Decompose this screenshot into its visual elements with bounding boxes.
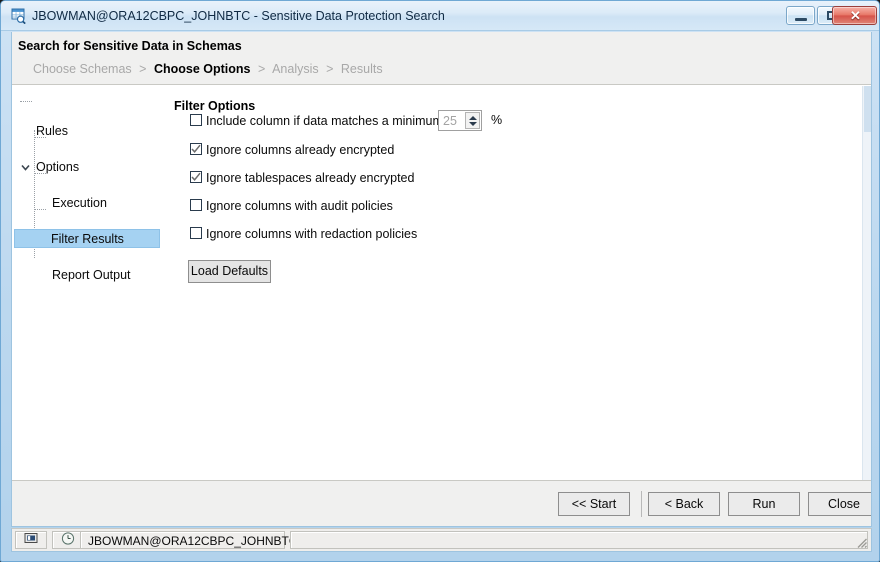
breadcrumb-step-results[interactable]: Results [341,62,383,76]
checkbox-ignore-audit-policies[interactable] [190,199,202,211]
client-area: Search for Sensitive Data in Schemas Cho… [11,32,872,527]
tree-item-options[interactable]: Options [14,158,160,176]
tree-item-label: Rules [36,124,68,138]
triangle-up-icon[interactable] [469,116,477,120]
window-close-button[interactable]: ✕ [832,6,877,25]
breadcrumb: Choose Schemas > Choose Options > Analys… [33,62,383,76]
breadcrumb-separator: > [257,62,266,76]
page-title: Search for Sensitive Data in Schemas [18,39,242,53]
breadcrumb-step-analysis[interactable]: Analysis [272,62,319,76]
percent-unit-label: % [491,113,503,127]
filter-options-pane: Filter Options Include column if data ma… [162,86,862,526]
back-button[interactable]: < Back [648,492,720,516]
run-button[interactable]: Run [728,492,800,516]
table-search-icon [10,8,26,25]
section-title: Filter Options [174,99,256,113]
checkbox-label: Include column if data matches a minimum… [206,114,457,128]
checkbox-include-column-minimum[interactable] [190,114,202,126]
button-separator [641,491,642,517]
close-icon: ✕ [850,8,861,23]
triangle-down-icon[interactable] [469,122,477,126]
breadcrumb-separator: > [139,62,147,76]
tree-item-filter-results[interactable]: Filter Results [14,229,160,248]
checkbox-ignore-redaction-policies[interactable] [190,227,202,239]
content-scrollbar[interactable] [862,86,871,526]
tree-item-execution[interactable]: Execution [14,194,160,212]
checkbox-ignore-columns-encrypted[interactable] [190,143,202,155]
wizard-header: Search for Sensitive Data in Schemas Cho… [12,32,871,85]
checkbox-label: Ignore columns with redaction policies [206,227,418,241]
minimize-button[interactable] [786,6,815,25]
monitor-icon [24,533,38,548]
status-bar: JBOWMAN@ORA12CBPC_JOHNBTC [11,528,872,552]
status-message-cell [290,531,868,549]
wizard-button-bar: << Start < Back Run Close [12,480,871,526]
tree-item-label: Execution [52,196,107,210]
status-connection-cell: JBOWMAN@ORA12CBPC_JOHNBTC [80,531,298,549]
checkbox-ignore-tablespaces-encrypted[interactable] [190,171,202,183]
minimize-icon [795,18,807,21]
close-dialog-button[interactable]: Close [808,492,871,516]
breadcrumb-step-choose-schemas[interactable]: Choose Schemas [33,62,132,76]
checkbox-label: Ignore columns already encrypted [206,143,395,157]
tree-item-report-output[interactable]: Report Output [14,266,160,284]
stepper-buttons[interactable] [465,112,480,129]
tree-item-label: Report Output [52,268,131,282]
application-window: JBOWMAN@ORA12CBPC_JOHNBTC - Sensitive Da… [0,0,880,562]
checkbox-label: Ignore columns with audit policies [206,199,393,213]
stepper-value: 25 [443,114,457,128]
resize-grip-icon[interactable] [856,537,868,549]
clock-icon [61,532,75,549]
options-tree[interactable]: Rules Options Execution Filter Results R… [12,86,162,526]
tree-connector [20,101,32,103]
connection-label: JBOWMAN@ORA12CBPC_JOHNBTC [88,534,298,548]
scrollbar-thumb[interactable] [864,86,871,132]
tree-item-label: Options [36,160,80,174]
breadcrumb-separator: > [326,62,334,76]
status-monitor-cell[interactable] [15,531,47,549]
breadcrumb-step-choose-options[interactable]: Choose Options [154,62,251,76]
title-bar[interactable]: JBOWMAN@ORA12CBPC_JOHNBTC - Sensitive Da… [1,1,879,31]
chevron-down-icon[interactable] [20,162,31,173]
minimum-percent-stepper[interactable]: 25 [438,110,482,131]
start-button[interactable]: << Start [558,492,630,516]
window-title: JBOWMAN@ORA12CBPC_JOHNBTC - Sensitive Da… [32,9,445,23]
body-area: Rules Options Execution Filter Results R… [12,86,871,526]
load-defaults-button[interactable]: Load Defaults [188,260,271,283]
tree-item-rules[interactable]: Rules [14,122,160,140]
checkbox-label: Ignore tablespaces already encrypted [206,171,415,185]
tree-item-label: Filter Results [51,232,124,246]
